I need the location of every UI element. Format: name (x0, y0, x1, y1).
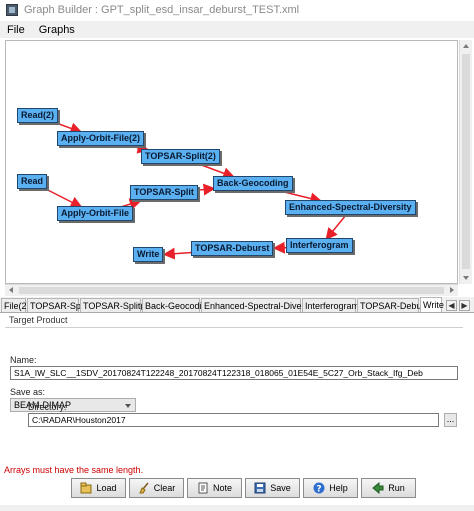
node-back-geocoding[interactable]: Back-Geocoding (213, 176, 293, 191)
save-as-label: Save as: (10, 387, 46, 397)
graph-canvas[interactable]: Read(2) Apply-Orbit-File(2) TOPSAR-Split… (5, 40, 458, 284)
node-enhanced-spectral-diversity[interactable]: Enhanced-Spectral-Diversity (285, 200, 416, 215)
help-icon: ? (313, 482, 325, 495)
load-button[interactable]: Load (71, 478, 126, 498)
canvas-vertical-scrollbar[interactable] (459, 40, 472, 284)
note-button[interactable]: Note (187, 478, 242, 498)
name-label: Name: (10, 355, 37, 365)
scroll-right-icon[interactable] (450, 287, 454, 293)
graph-edge-split-bgc (198, 183, 216, 196)
error-message: Arrays must have the same length. (4, 465, 144, 475)
save-icon (254, 482, 266, 494)
tab-topsar-deburst[interactable]: TOPSAR-Deburst (357, 298, 431, 312)
tab-topsar-split-2[interactable]: TOPSAR-Split(2) (80, 298, 151, 312)
group-divider (5, 327, 463, 328)
target-product-label: Target Product (9, 315, 68, 325)
app-icon (6, 4, 18, 16)
status-strip (0, 505, 474, 511)
directory-input[interactable]: C:\RADAR\Houston2017 (28, 413, 439, 427)
directory-label: Directory: (28, 402, 67, 412)
scroll-up-icon[interactable] (463, 44, 469, 48)
operator-tabs: File(2) TOPSAR-Split TOPSAR-Split(2) Bac… (0, 297, 474, 313)
clear-label: Clear (153, 483, 176, 493)
svg-text:?: ? (317, 485, 322, 495)
tab-back-geocoding[interactable]: Back-Geocoding (142, 298, 212, 312)
load-label: Load (96, 483, 117, 493)
scroll-thumb[interactable] (462, 54, 470, 269)
scroll-left-icon[interactable] (9, 287, 13, 293)
window-title: Graph Builder : GPT_split_esd_insar_debu… (24, 4, 300, 16)
help-button[interactable]: ? Help (303, 478, 358, 498)
tab-interferogram[interactable]: Interferogram (302, 298, 359, 312)
run-icon (372, 481, 384, 495)
broom-icon (138, 482, 150, 494)
node-topsar-split-2[interactable]: TOPSAR-Split(2) (141, 149, 220, 164)
action-buttons: Load Clear Note Save ? Help Run (0, 478, 474, 500)
node-topsar-split[interactable]: TOPSAR-Split (130, 185, 198, 200)
menu-graphs[interactable]: Graphs (32, 24, 82, 36)
name-input[interactable]: S1A_IW_SLC__1SDV_20170824T122248_2017082… (10, 366, 458, 380)
graph-edge-deb-write (162, 247, 193, 260)
graph-edge-esd-ifg (325, 215, 346, 241)
node-apply-orbit-file[interactable]: Apply-Orbit-File (57, 206, 133, 221)
scroll-down-icon[interactable] (463, 276, 469, 280)
save-label: Save (270, 483, 291, 493)
load-icon (80, 482, 92, 494)
menu-bar: File Graphs (0, 21, 474, 38)
node-apply-orbit-file-2[interactable]: Apply-Orbit-File(2) (57, 131, 144, 146)
node-write[interactable]: Write (133, 247, 164, 262)
note-label: Note (212, 483, 232, 493)
note-icon (197, 482, 209, 494)
canvas-horizontal-scrollbar[interactable] (5, 284, 458, 296)
node-read[interactable]: Read (17, 174, 48, 189)
run-button[interactable]: Run (361, 478, 416, 498)
help-label: Help (329, 483, 348, 493)
clear-button[interactable]: Clear (129, 478, 184, 498)
graph-edge-read-aof (47, 189, 83, 208)
browse-button[interactable]: ... (444, 413, 457, 427)
node-topsar-deburst[interactable]: TOPSAR-Deburst (191, 241, 274, 256)
tab-topsar-split[interactable]: TOPSAR-Split (27, 298, 87, 312)
tab-file-2[interactable]: File(2) (1, 298, 30, 312)
node-read-2[interactable]: Read(2) (17, 108, 59, 123)
tab-scroll-left-icon[interactable]: ◀ (446, 300, 457, 311)
title-bar: Graph Builder : GPT_split_esd_insar_debu… (0, 0, 474, 20)
tab-enhanced-spectral-diversity[interactable]: Enhanced-Spectral-Diversity (201, 298, 318, 312)
save-button[interactable]: Save (245, 478, 300, 498)
run-label: Run (388, 483, 405, 493)
node-interferogram[interactable]: Interferogram (286, 238, 353, 253)
chevron-down-icon (125, 404, 131, 408)
scroll-thumb[interactable] (19, 287, 444, 294)
menu-file[interactable]: File (0, 24, 32, 36)
tab-scroll-right-icon[interactable]: ▶ (459, 300, 470, 311)
tab-write[interactable]: Write (420, 297, 444, 312)
